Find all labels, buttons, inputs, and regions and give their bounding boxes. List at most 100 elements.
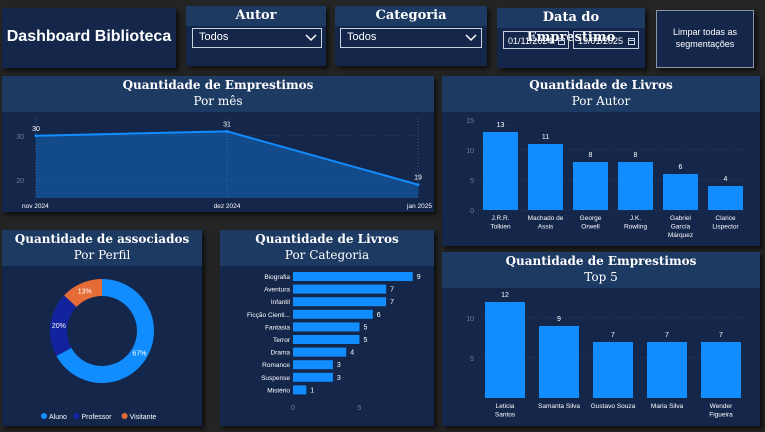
data-label: 3 <box>337 375 341 382</box>
data-label: 4 <box>350 350 354 357</box>
legend-label: Professor <box>82 414 113 421</box>
data-label: 3 <box>337 362 341 369</box>
x-tick-label: Machado de Assis <box>528 215 564 231</box>
x-tick-label: 5 <box>358 405 362 412</box>
start-date-input[interactable]: 01/11/2024 <box>503 31 569 49</box>
data-label: 19 <box>414 175 422 182</box>
y-tick-label: Suspense <box>261 375 290 382</box>
data-label: 13 <box>497 122 505 129</box>
associados-subtitle: Por Perfil <box>73 248 131 262</box>
livros-autor-title: Quantidade de Livros <box>529 78 673 92</box>
data-label: 8 <box>634 152 638 159</box>
livros-categoria-title: Quantidade de Livros <box>255 232 399 246</box>
categoria-dropdown[interactable]: Todos <box>340 28 482 48</box>
data-label: 9 <box>417 274 421 281</box>
chevron-down-icon <box>465 34 477 42</box>
x-tick-label: J.R.R. Tolkien <box>490 215 511 231</box>
autor-dropdown-value: Todos <box>199 31 229 43</box>
data-label: 11 <box>542 134 549 141</box>
autor-dropdown[interactable]: Todos <box>192 28 322 48</box>
y-tick-label: Romance <box>262 362 290 369</box>
autor-slicer: Autor Todos <box>186 6 326 66</box>
y-tick-label: Biografia <box>264 274 290 281</box>
bar <box>593 342 633 398</box>
bar <box>647 342 687 398</box>
dashboard-title: Dashboard Biblioteca <box>6 28 172 45</box>
x-tick-label: J.K. Rowling <box>624 215 648 231</box>
emprestimos-mes-chart: 20 30 30 nov 2024 31 dez 2024 19 jan 2025 <box>16 118 432 210</box>
x-tick-label: nov 2024 <box>22 203 49 210</box>
bar <box>293 385 307 395</box>
emprestimos-top5-chart: 5 10 12 Leticia Santos 9 Samanta Silva 7 Gustavo… <box>466 292 748 419</box>
bar <box>528 144 563 210</box>
x-tick-label: Samanta Silva <box>538 403 580 410</box>
clear-filters-label: Limpar todas as segmentações <box>672 27 738 49</box>
data-slicer-title: Data do Emprestimo <box>497 8 645 45</box>
associados-donut-chart: 67% 20% 13% Aluno Professor Visitante <box>41 279 156 421</box>
data-label: 7 <box>665 332 669 339</box>
x-tick-label: Gabriel García Márquez <box>668 215 693 239</box>
chevron-down-icon <box>305 34 317 42</box>
y-tick-label: 5 <box>470 178 474 185</box>
data-label: 7 <box>611 332 615 339</box>
data-point <box>416 183 420 187</box>
bar <box>483 132 518 210</box>
calendar-icon[interactable] <box>628 38 635 45</box>
area-fill <box>36 131 418 198</box>
clear-filters-button[interactable]: Limpar todas as segmentações <box>656 10 754 68</box>
bar <box>708 186 743 210</box>
x-tick-label: Wender Figueira <box>709 403 733 419</box>
x-tick-label: Leticia Santos <box>495 403 516 419</box>
legend-marker <box>41 413 47 419</box>
bar <box>618 162 653 210</box>
y-tick-label: Fantasia <box>265 324 290 331</box>
y-tick-label: Ficção Cienti... <box>247 312 290 319</box>
bar <box>663 174 698 210</box>
data-label: 7 <box>390 299 394 306</box>
data-label: 31 <box>223 121 231 128</box>
x-tick-label: George Orwell <box>580 215 602 231</box>
x-tick-label: jan 2025 <box>406 203 432 210</box>
bar <box>293 335 360 344</box>
emprestimos-mes-title: Quantidade de Emprestimos <box>122 78 314 92</box>
emprestimos-mes-panel: Quantidade de Emprestimos Por mês 20 30 30… <box>2 76 434 212</box>
livros-categoria-subtitle: Por Categoria <box>284 248 370 262</box>
bar <box>485 302 525 398</box>
bar <box>293 272 413 281</box>
data-label: 9 <box>557 316 561 323</box>
data-label: 12 <box>501 292 509 299</box>
y-tick-label: Aventura <box>264 287 290 294</box>
data-label: 7 <box>390 287 394 294</box>
bar <box>293 309 373 319</box>
y-tick-label: Drama <box>270 350 290 357</box>
categoria-dropdown-value: Todos <box>347 31 377 43</box>
bar <box>573 162 608 210</box>
calendar-icon[interactable] <box>558 38 565 45</box>
y-tick-label: Mistério <box>267 387 290 394</box>
title-card: Dashboard Biblioteca <box>2 8 176 68</box>
emprestimos-top5-title: Quantidade de Emprestimos <box>505 254 697 268</box>
bar <box>701 342 741 398</box>
x-tick-label: 0 <box>291 405 295 412</box>
data-label: 1 <box>310 387 314 394</box>
end-date-value: 19/01/2025 <box>578 36 624 46</box>
slice-label: 13% <box>78 289 92 296</box>
x-tick-label: Maria Silva <box>651 403 684 410</box>
end-date-input[interactable]: 19/01/2025 <box>573 31 639 49</box>
y-tick-label: Infantil <box>271 299 291 306</box>
y-tick-label: 10 <box>466 316 474 323</box>
emprestimos-top5-subtitle: Top 5 <box>584 270 618 284</box>
data-slicer: Data do Emprestimo 01/11/2024 19/01/2025 <box>497 8 645 68</box>
emprestimos-top5-panel: Quantidade de Emprestimos Top 5 5 10 12 Let… <box>442 252 760 426</box>
slice-label: 20% <box>52 323 66 330</box>
livros-autor-panel: Quantidade de Livros Por Autor 0 5 10 15 13 J… <box>442 76 760 246</box>
bar <box>293 284 387 294</box>
data-point <box>34 134 38 138</box>
y-tick-label: 5 <box>470 356 474 363</box>
livros-categoria-panel: Quantidade de Livros Por Categoria Biogr… <box>220 230 434 426</box>
data-label: 7 <box>719 332 723 339</box>
legend-marker <box>121 413 128 419</box>
bar <box>293 360 333 370</box>
bar <box>293 322 360 332</box>
y-tick-label: 0 <box>470 208 474 215</box>
